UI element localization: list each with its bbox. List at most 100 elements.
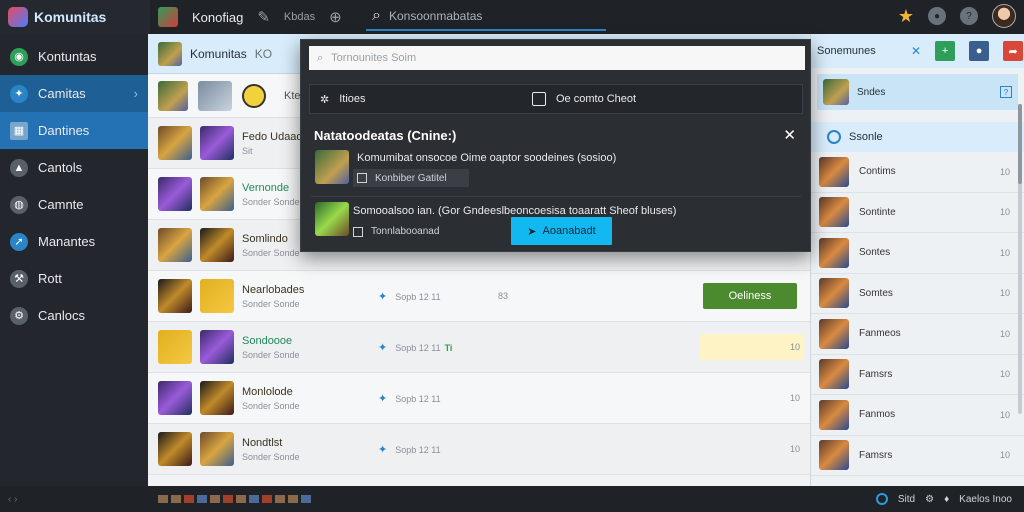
right-card[interactable]: Sndes ? (817, 74, 1018, 110)
gamepad-icon: ◍ (10, 195, 28, 214)
row-meta: ✦ Sopb 12 11 (378, 290, 441, 303)
chevron-right-icon: › (133, 86, 138, 101)
app-name: Komunitas (34, 9, 107, 25)
right-section-header[interactable]: Ssonle (811, 122, 1024, 152)
modal-title: Natatoodeatas (Cnine:) (314, 128, 457, 143)
list-item[interactable]: Famsrs 10 (811, 436, 1024, 476)
info-icon[interactable]: ? (1000, 86, 1012, 98)
sidebar-item-1[interactable]: ✦ Camitas › (0, 75, 148, 112)
sidebar-item-label: Manantes (38, 234, 96, 249)
game-thumb (315, 202, 349, 236)
wrench-icon: ⚒ (10, 269, 28, 288)
star-icon[interactable]: ★ (898, 6, 914, 27)
settings-icon[interactable]: ● (928, 7, 946, 25)
top-nav-label-2[interactable]: Kbdas (284, 11, 315, 23)
paintbrush-icon[interactable]: ✎ (257, 8, 270, 26)
sidebar-item-label: Cantols (38, 160, 83, 175)
row-action-button[interactable]: Oeliness (703, 283, 797, 309)
help-icon[interactable]: ? (960, 7, 978, 25)
sidebar-item-label: Kontuntas (38, 49, 97, 64)
gear-icon: ⚙ (10, 306, 28, 325)
bell-icon[interactable]: ♦ (944, 494, 949, 505)
close-icon[interactable]: ✕ (783, 126, 796, 144)
plus-icon[interactable]: ✦ (378, 393, 387, 405)
primary-action-button[interactable]: ➤ Aoanabadt (511, 217, 612, 245)
game-thumb (819, 197, 849, 228)
list-item[interactable]: Sontinte 10 (811, 193, 1024, 233)
row-sub: Sonder Sonde (242, 451, 300, 462)
list-item[interactable]: Famsrs 10 (811, 355, 1024, 395)
list-item-value: 10 (999, 369, 1010, 380)
table-row[interactable]: Sondoooe Sonder Sonde ✦ Sopb 12 11 Ti 10 (148, 322, 810, 373)
table-row[interactable]: Monlolode Sonder Sonde ✦ Sopb 12 11 10 (148, 373, 810, 424)
list-item[interactable]: Sontes 10 (811, 233, 1024, 274)
top-search[interactable]: ⌕ Konsoonmabatas (366, 3, 606, 31)
modal-tab-1-label: Itioes (339, 93, 366, 105)
table-row[interactable]: Nondtlst Sonder Sonde ✦ Sopb 12 11 10 (148, 424, 810, 475)
sidebar-item-label: Camnte (38, 197, 84, 212)
row-name: Sondoooe (242, 334, 293, 347)
game-thumb (158, 330, 192, 364)
share-icon[interactable]: ➦ (1003, 41, 1024, 61)
sidebar-item-7[interactable]: ⚙ Canlocs (0, 297, 148, 334)
scrollbar-thumb[interactable] (1018, 104, 1022, 184)
top-nav-label[interactable]: Konofiag (192, 10, 243, 25)
bottom-left-marks: ‹ › (8, 493, 18, 505)
shield-icon[interactable] (158, 7, 178, 27)
modal-tab-1[interactable]: ✲ Itioes (310, 93, 522, 106)
row-meta: ✦ Sopb 12 11 Ti (378, 341, 452, 354)
list-item-label: Somtes (859, 287, 893, 299)
add-icon[interactable]: + (935, 41, 956, 61)
search-icon: ⌕ (372, 7, 381, 24)
primary-action-label: Aoanabadt (542, 225, 596, 237)
gear-icon[interactable]: ⚙ (925, 494, 934, 505)
row-tag: Ti (444, 342, 453, 353)
row-col2: 83 (498, 291, 509, 301)
list-item[interactable]: Contims 10 (811, 152, 1024, 193)
sidebar-item-4[interactable]: ◍ Camnte (0, 186, 148, 223)
row-meta: ✦ Sopb 12 11 (378, 392, 441, 405)
list-item[interactable]: Somtes 10 (811, 274, 1024, 314)
game-thumb (200, 432, 234, 466)
list-item-label: Sontes (859, 247, 891, 259)
plus-icon[interactable]: ✦ (378, 444, 387, 456)
game-thumb (158, 228, 192, 262)
main-subheader-label: Kte (284, 89, 301, 102)
list-item-label: Famsrs (859, 368, 893, 380)
checkbox[interactable] (353, 226, 363, 237)
list-item-value: 10 (999, 328, 1010, 339)
top-search-placeholder: Konsoonmabatas (388, 9, 483, 23)
sidebar-item-3[interactable]: ▲ Cantols (0, 149, 148, 186)
avatar[interactable] (992, 4, 1016, 28)
game-thumb (158, 279, 192, 313)
sidebar-item-0[interactable]: ◉ Kontuntas (0, 38, 148, 75)
sidebar-item-2[interactable]: ▦ Dantines (0, 112, 148, 149)
sidebar-item-6[interactable]: ⚒ Rott (0, 260, 148, 297)
table-row[interactable]: Nearlobades Sonder Sonde ✦ Sopb 12 11 83 … (148, 271, 810, 322)
modal-tab-2-label: Oe comto Cheot (556, 93, 637, 105)
user-icon[interactable]: ● (969, 41, 990, 61)
modal-item-1-option[interactable]: Konbiber Gatitel (353, 169, 469, 187)
checkbox[interactable] (357, 173, 367, 183)
crosshair-icon[interactable]: ⊕ (329, 8, 342, 26)
row-col1: Sopb 12 11 (395, 444, 441, 455)
sidebar-item-label: Canlocs (38, 308, 85, 323)
sidebar-item-5[interactable]: ➚ Manantes (0, 223, 148, 260)
right-section-label: Ssonle (849, 131, 883, 143)
game-thumb (200, 177, 234, 211)
globe-icon (827, 130, 841, 144)
compass-icon: ✦ (10, 84, 28, 103)
list-item[interactable]: Fanmos 10 (811, 395, 1024, 436)
plus-icon[interactable]: ✦ (378, 291, 387, 303)
game-thumb (819, 156, 849, 187)
modal-search[interactable]: ⌕ Tornounites Soim (309, 46, 805, 70)
sync-icon[interactable] (875, 493, 888, 505)
list-item[interactable]: Fanmeos 10 (811, 314, 1024, 355)
row-col3: 10 (789, 444, 800, 454)
app-brand[interactable]: Komunitas (0, 0, 150, 34)
plus-icon[interactable]: ✦ (378, 342, 387, 354)
scrollbar[interactable] (1018, 104, 1022, 414)
game-thumb (198, 80, 232, 111)
modal-tab-2[interactable]: Oe comto Cheot (522, 92, 734, 106)
close-icon[interactable]: ✕ (911, 44, 921, 58)
